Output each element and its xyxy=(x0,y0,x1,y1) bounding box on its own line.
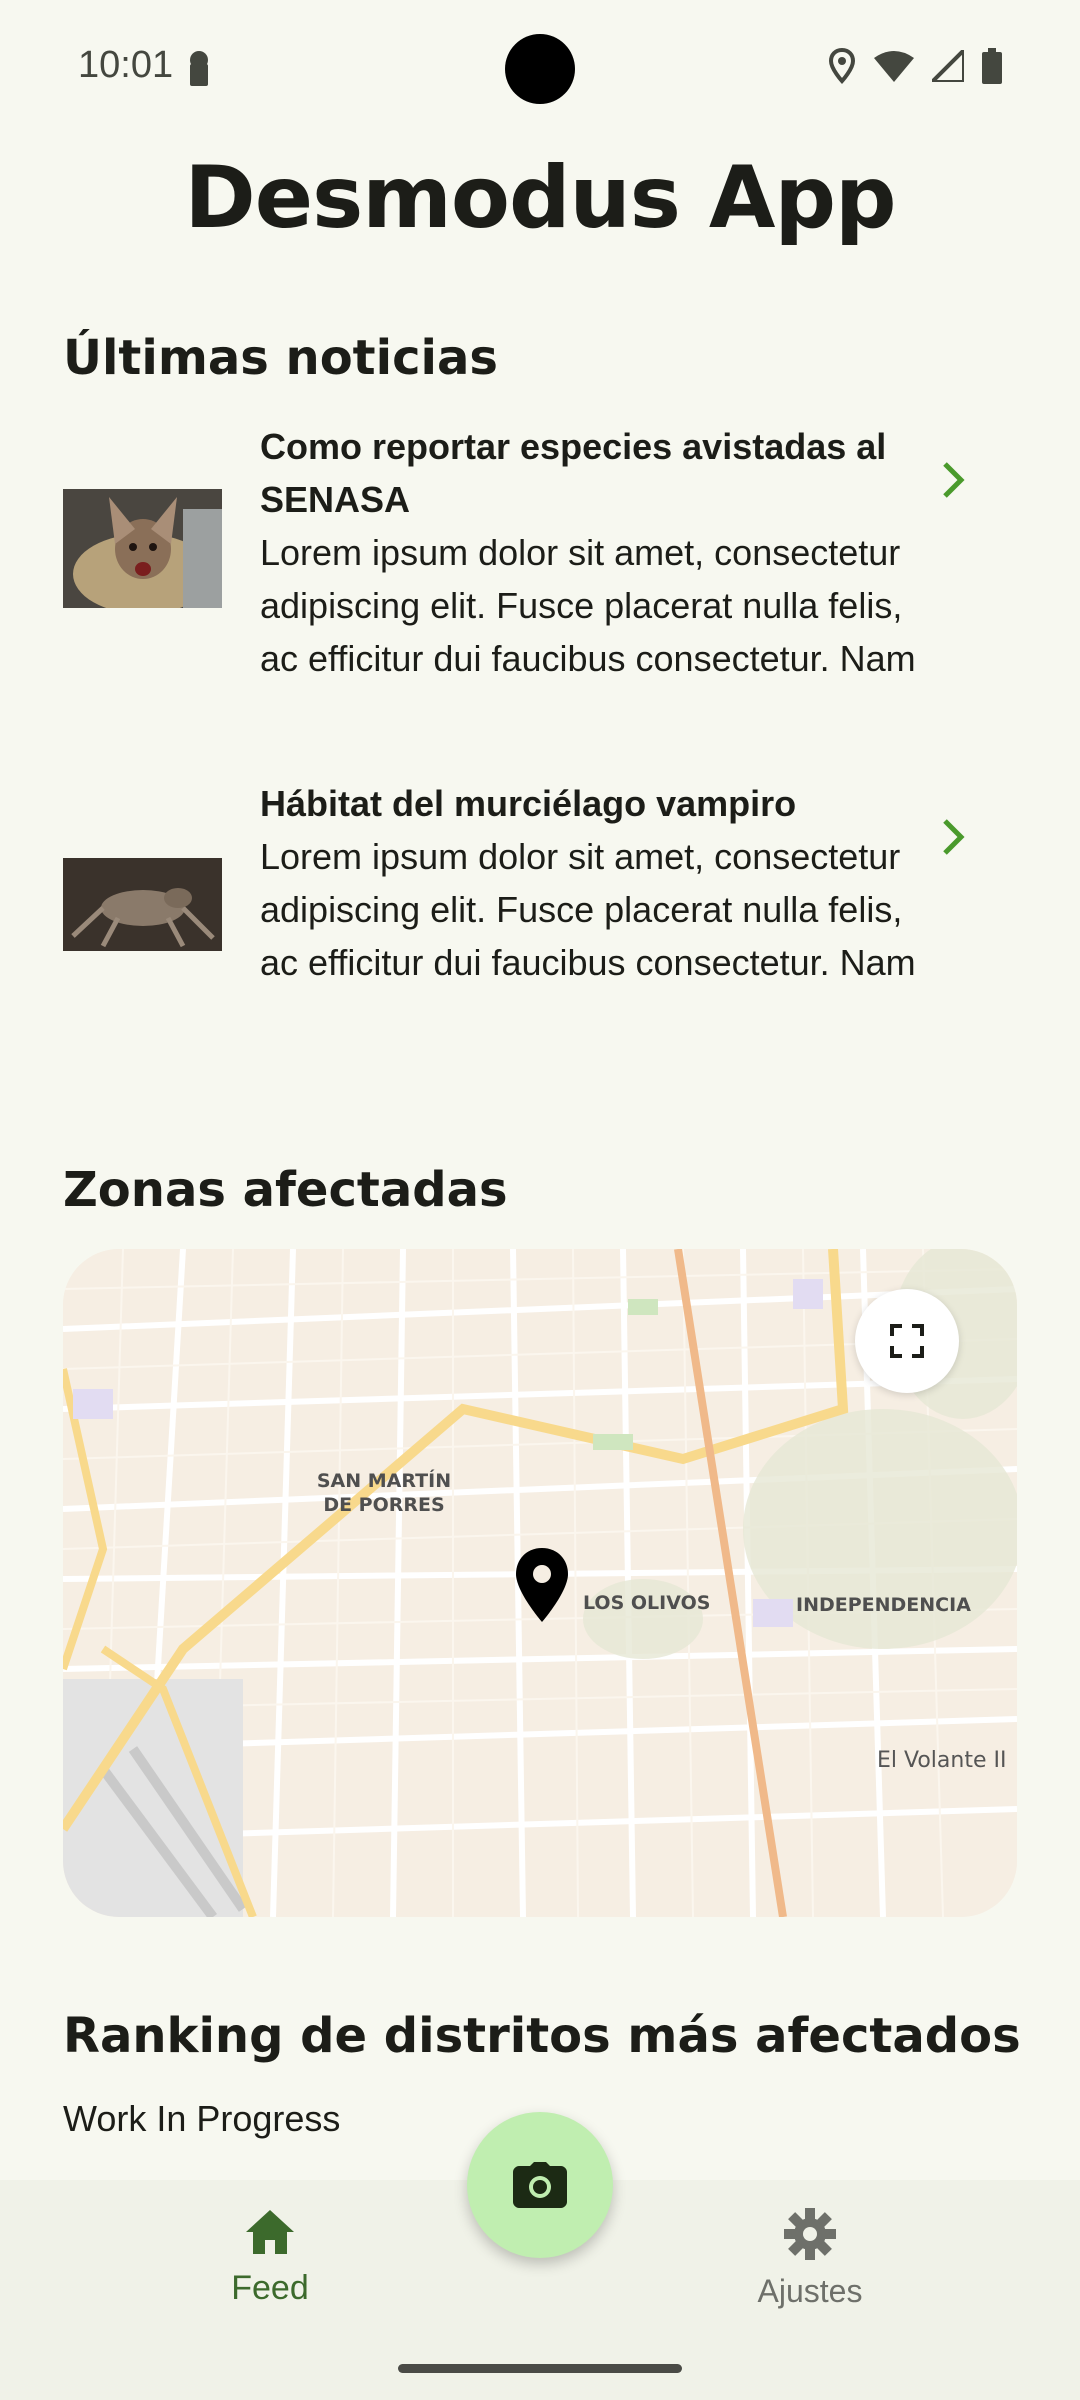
fullscreen-button[interactable] xyxy=(855,1289,959,1393)
fullscreen-icon xyxy=(890,1324,924,1358)
news-body: Lorem ipsum dolor sit amet, consectetur … xyxy=(260,836,916,983)
app-title: Desmodus App xyxy=(184,148,896,248)
map-label-san-martin: SAN MARTÍN DE PORRES xyxy=(316,1470,452,1516)
status-bar: 10:01 xyxy=(0,0,1080,140)
news-headline: Hábitat del murciélago vampiro xyxy=(260,783,797,824)
bat-thumbnail xyxy=(63,489,222,608)
location-icon xyxy=(828,48,856,84)
chevron-right-icon[interactable] xyxy=(933,817,973,857)
status-icons xyxy=(828,48,1002,84)
ranking-status: Work In Progress xyxy=(63,2098,341,2139)
chevron-right-icon[interactable] xyxy=(933,460,973,500)
map-label-el-volante: El Volante II xyxy=(877,1748,1007,1773)
nav-item-settings[interactable]: Ajustes xyxy=(710,2208,910,2310)
map-label-los-olivos: LOS OLIVOS xyxy=(583,1592,711,1614)
news-item[interactable]: Como reportar especies avistadas al SENA… xyxy=(63,420,1023,720)
ranking-section-title: Ranking de distritos más afectados xyxy=(63,2008,1021,2064)
status-time: 10:01 xyxy=(78,44,174,86)
wifi-icon xyxy=(874,51,914,82)
location-pin-icon[interactable] xyxy=(514,1548,570,1622)
home-icon xyxy=(246,2210,294,2254)
map-label-independencia: INDEPENDENCIA xyxy=(796,1594,971,1616)
camera-cutout xyxy=(505,34,575,104)
signal-icon xyxy=(932,50,964,82)
news-body: Lorem ipsum dolor sit amet, consectetur … xyxy=(260,532,916,679)
gear-icon xyxy=(784,2208,836,2260)
news-item[interactable]: Hábitat del murciélago vampiro Lorem ips… xyxy=(63,777,1023,1047)
affected-zones-map[interactable]: SAN MARTÍN DE PORRES LOS OLIVOS INDEPEND… xyxy=(63,1249,1017,1917)
battery-icon xyxy=(982,48,1002,84)
news-section-title: Últimas noticias xyxy=(63,330,498,386)
lock-icon xyxy=(190,51,208,86)
nav-item-feed[interactable]: Feed xyxy=(170,2208,370,2308)
camera-icon xyxy=(513,2162,567,2208)
zones-section-title: Zonas afectadas xyxy=(63,1162,508,1218)
camera-button[interactable] xyxy=(467,2112,613,2258)
bat-thumbnail xyxy=(63,858,222,951)
home-indicator[interactable] xyxy=(398,2364,682,2373)
nav-label-settings: Ajustes xyxy=(757,2273,863,2309)
news-headline: Como reportar especies avistadas al SENA… xyxy=(260,426,887,520)
nav-label-feed: Feed xyxy=(231,2269,309,2307)
